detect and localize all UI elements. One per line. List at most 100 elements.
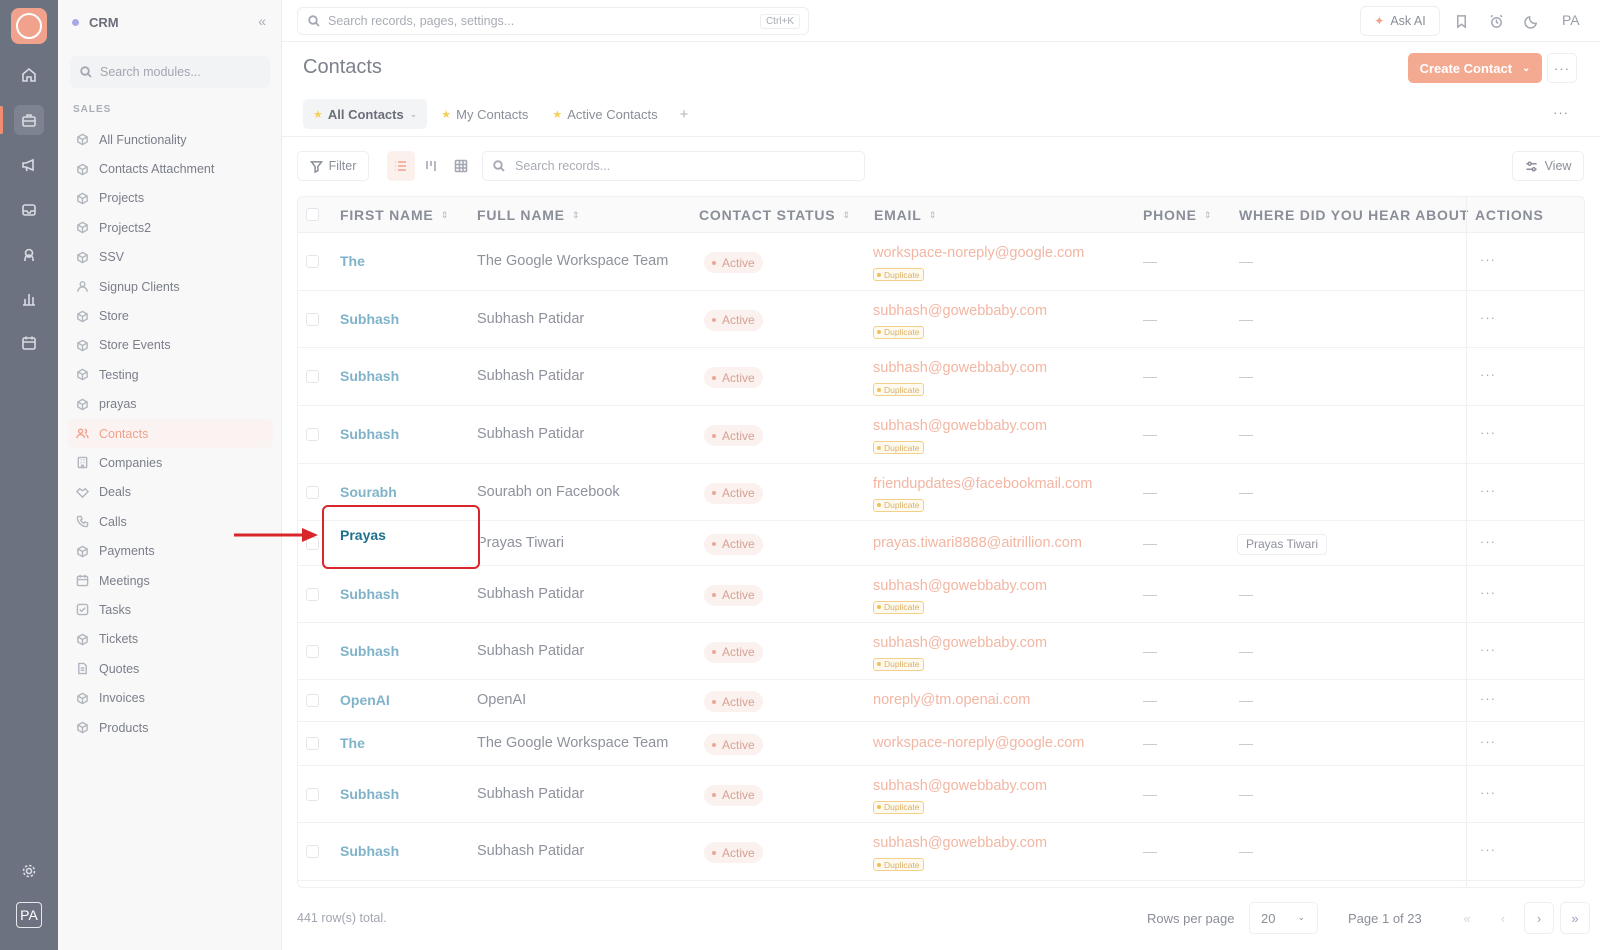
- sidebar-item-ssv[interactable]: SSV: [68, 243, 273, 272]
- user-avatar[interactable]: PA: [16, 902, 42, 928]
- tab-my-contacts[interactable]: ★ My Contacts: [431, 99, 538, 129]
- last-page-button[interactable]: »: [1560, 902, 1590, 934]
- table-row[interactable]: Prayas Tiwari Active prayas.tiwari8888@ait…: [298, 521, 1584, 566]
- column-header-full-name[interactable]: FULL NAME ⇕: [477, 207, 580, 223]
- kanban-view-toggle[interactable]: [417, 151, 445, 181]
- email-link[interactable]: subhash@gowebbaby.com: [873, 835, 1047, 851]
- sidebar-item-contacts-attachment[interactable]: Contacts Attachment: [68, 154, 273, 183]
- user-initials[interactable]: PA: [1562, 12, 1580, 28]
- row-checkbox[interactable]: [306, 644, 319, 658]
- row-checkbox[interactable]: [306, 255, 319, 268]
- settings-gear-icon[interactable]: [14, 856, 44, 886]
- sidebar-item-projects2[interactable]: Projects2: [68, 213, 273, 242]
- select-all-checkbox[interactable]: [306, 208, 319, 221]
- row-checkbox[interactable]: [306, 370, 319, 383]
- sidebar-item-store[interactable]: Store: [68, 301, 273, 330]
- filter-button[interactable]: Filter: [297, 151, 369, 181]
- sidebar-item-quotes[interactable]: Quotes: [68, 654, 273, 683]
- table-row[interactable]: OpenAI OpenAI Active noreply@tm.openai.com —…: [298, 680, 1584, 722]
- sidebar-item-products[interactable]: Products: [68, 713, 273, 742]
- row-actions-button[interactable]: ···: [1480, 785, 1496, 800]
- megaphone-icon[interactable]: [14, 150, 44, 180]
- app-logo[interactable]: [11, 8, 47, 44]
- global-search-input[interactable]: [328, 14, 748, 28]
- alarm-clock-icon[interactable]: [1487, 12, 1505, 30]
- records-search-input[interactable]: [515, 159, 835, 173]
- table-row[interactable]: Subhash Subhash Patidar Active subhash@gowe…: [298, 766, 1584, 823]
- row-actions-button[interactable]: ···: [1480, 691, 1496, 706]
- table-row[interactable]: Subhash Subhash Patidar Active subhash@gowe…: [298, 823, 1584, 881]
- first-name-link[interactable]: Subhash: [340, 643, 399, 659]
- rows-per-page-select[interactable]: 20 ⌄: [1249, 902, 1318, 934]
- email-link[interactable]: prayas.tiwari8888@aitrillion.com: [873, 535, 1082, 551]
- row-actions-button[interactable]: ···: [1480, 842, 1496, 857]
- prev-page-button[interactable]: ‹: [1488, 902, 1518, 934]
- first-name-link[interactable]: Subhash: [340, 786, 399, 802]
- table-row[interactable]: The The Google Workspace Team Active worksp…: [298, 722, 1584, 766]
- first-name-link[interactable]: Subhash: [340, 843, 399, 859]
- sidebar-item-deals[interactable]: Deals: [68, 478, 273, 507]
- row-checkbox[interactable]: [306, 485, 319, 499]
- row-actions-button[interactable]: ···: [1480, 367, 1496, 382]
- row-checkbox[interactable]: [306, 694, 319, 707]
- sidebar-item-tickets[interactable]: Tickets: [68, 625, 273, 654]
- home-icon[interactable]: [14, 60, 44, 90]
- row-actions-button[interactable]: ···: [1480, 310, 1496, 325]
- row-actions-button[interactable]: ···: [1480, 483, 1496, 498]
- sidebar-item-tasks[interactable]: Tasks: [68, 595, 273, 624]
- tab-active-contacts[interactable]: ★ Active Contacts: [542, 99, 667, 129]
- sidebar-item-projects[interactable]: Projects: [68, 184, 273, 213]
- row-checkbox[interactable]: [306, 787, 319, 801]
- first-name-link[interactable]: Sourabh: [340, 484, 397, 500]
- next-page-button[interactable]: ›: [1524, 902, 1554, 934]
- email-link[interactable]: subhash@gowebbaby.com: [873, 418, 1047, 434]
- highlighted-first-name-link[interactable]: Prayas: [340, 527, 386, 543]
- sidebar-item-store-events[interactable]: Store Events: [68, 331, 273, 360]
- row-actions-button[interactable]: ···: [1480, 252, 1496, 267]
- create-contact-button[interactable]: Create Contact ⌄: [1408, 53, 1542, 83]
- row-actions-button[interactable]: ···: [1480, 534, 1496, 549]
- row-actions-button[interactable]: ···: [1480, 585, 1496, 600]
- view-settings-button[interactable]: View: [1512, 151, 1584, 181]
- global-search[interactable]: Ctrl+K: [297, 7, 809, 35]
- sidebar-item-invoices[interactable]: Invoices: [68, 683, 273, 712]
- sidebar-item-all-functionality[interactable]: All Functionality: [68, 125, 273, 154]
- collapse-sidebar-icon[interactable]: «: [258, 13, 266, 29]
- list-view-toggle[interactable]: [387, 151, 415, 181]
- table-row[interactable]: Sourabh Sourabh on Facebook Active friendup…: [298, 464, 1584, 521]
- row-actions-button[interactable]: ···: [1480, 425, 1496, 440]
- sidebar-item-prayas[interactable]: prayas: [68, 390, 273, 419]
- first-name-link[interactable]: Subhash: [340, 586, 399, 602]
- grid-view-toggle[interactable]: [447, 151, 475, 181]
- first-name-link[interactable]: Subhash: [340, 368, 399, 384]
- row-checkbox[interactable]: [306, 312, 319, 326]
- page-more-button[interactable]: ···: [1547, 53, 1577, 83]
- row-actions-button[interactable]: ···: [1480, 734, 1496, 749]
- column-header-first-name[interactable]: FIRST NAME ⇕: [340, 207, 449, 223]
- row-checkbox[interactable]: [306, 737, 319, 750]
- table-row[interactable]: Subhash Subhash Patidar Active subhash@gowe…: [298, 291, 1584, 348]
- row-checkbox[interactable]: [306, 428, 319, 441]
- email-link[interactable]: friendupdates@facebookmail.com: [873, 476, 1092, 492]
- first-name-link[interactable]: The: [340, 735, 365, 751]
- headset-icon[interactable]: [14, 240, 44, 270]
- email-link[interactable]: subhash@gowebbaby.com: [873, 303, 1047, 319]
- sidebar-item-companies[interactable]: Companies: [68, 448, 273, 477]
- column-header-contact-status[interactable]: CONTACT STATUS ⇕: [699, 207, 851, 223]
- first-name-link[interactable]: Subhash: [340, 426, 399, 442]
- row-checkbox[interactable]: [306, 587, 319, 601]
- email-link[interactable]: subhash@gowebbaby.com: [873, 578, 1047, 594]
- table-row[interactable]: The The Google Workspace Team Active worksp…: [298, 233, 1584, 291]
- email-link[interactable]: subhash@gowebbaby.com: [873, 778, 1047, 794]
- briefcase-icon[interactable]: [14, 105, 44, 135]
- first-page-button[interactable]: «: [1452, 902, 1482, 934]
- column-header-email[interactable]: EMAIL ⇕: [874, 207, 937, 223]
- column-header-where-heard[interactable]: WHERE DID YOU HEAR ABOUT: [1239, 207, 1469, 223]
- email-link[interactable]: workspace-noreply@google.com: [873, 735, 1084, 751]
- bar-chart-icon[interactable]: [14, 284, 44, 314]
- email-link[interactable]: subhash@gowebbaby.com: [873, 360, 1047, 376]
- tabs-more-button[interactable]: ···: [1553, 105, 1569, 120]
- email-link[interactable]: workspace-noreply@google.com: [873, 245, 1084, 261]
- first-name-link[interactable]: Subhash: [340, 311, 399, 327]
- table-row[interactable]: Subhash Subhash Patidar Active subhash@gowe…: [298, 406, 1584, 464]
